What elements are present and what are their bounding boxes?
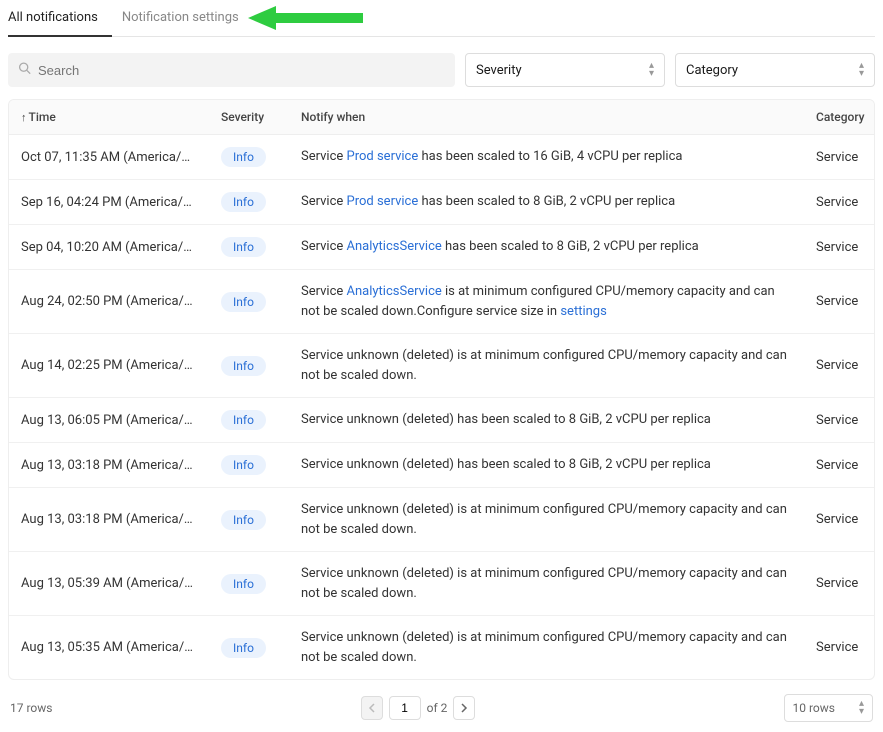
page-of-label: of 2 [427,701,448,715]
column-time[interactable]: ↑Time [9,100,209,134]
column-category[interactable]: Category [804,100,874,134]
service-link[interactable]: AnalyticsService [347,239,442,254]
severity-badge: Info [221,356,266,376]
severity-badge: Info [221,455,266,475]
table-row: Oct 07, 11:35 AM (America/Los_... Info Ser… [9,135,874,180]
sort-asc-icon: ↑ [21,111,27,124]
category-cell: Service [804,446,874,485]
chevron-left-icon [368,703,376,713]
time-cell: Aug 24, 02:50 PM (America/Los_... [21,294,197,309]
notify-cell: Service unknown (deleted) is at minimum … [301,564,792,603]
table-row: Aug 13, 03:18 PM (America/Los_... Info Ser… [9,443,874,488]
tab-notification-settings[interactable]: Notification settings [122,0,253,36]
time-cell: Aug 14, 02:25 PM (America/Los_... [21,358,197,373]
category-cell: Service [804,500,874,539]
filter-bar: Severity ▴▾ Category ▴▾ [8,53,875,87]
rows-per-page-label: 10 rows [793,701,835,715]
notify-cell: Service AnalyticsService is at minimum c… [301,282,792,321]
severity-badge: Info [221,237,266,257]
table-row: Aug 13, 03:18 PM (America/Los_... Info Ser… [9,488,874,552]
category-cell: Service [804,138,874,177]
notify-cell: Service Prod service has been scaled to … [301,192,792,212]
severity-badge: Info [221,510,266,530]
chevron-right-icon [460,703,468,713]
category-cell: Service [804,401,874,440]
category-cell: Service [804,183,874,222]
category-filter[interactable]: Category ▴▾ [675,53,875,87]
pagination: of 2 [361,696,476,720]
prev-page-button[interactable] [361,696,383,720]
tabs: All notifications Notification settings [8,0,875,37]
chevron-updown-icon: ▴▾ [859,700,864,716]
column-severity[interactable]: Severity [209,100,289,134]
time-cell: Aug 13, 03:18 PM (America/Los_... [21,458,197,473]
table-row: Sep 16, 04:24 PM (America/Los_... Info Ser… [9,180,874,225]
notifications-table: ↑Time Severity Notify when Category Oct … [8,99,875,680]
notify-cell: Service unknown (deleted) is at minimum … [301,346,792,385]
time-cell: Aug 13, 05:39 AM (America/Los_... [21,576,197,591]
category-cell: Service [804,564,874,603]
table-row: Sep 04, 10:20 AM (America/Los_... Info Ser… [9,225,874,270]
time-cell: Sep 16, 04:24 PM (America/Los_... [21,195,197,210]
notify-cell: Service AnalyticsService has been scaled… [301,237,792,257]
table-row: Aug 13, 06:05 PM (America/Los_... Info Ser… [9,398,874,443]
row-count: 17 rows [10,701,52,715]
search-icon [18,62,31,79]
time-cell: Aug 13, 03:18 PM (America/Los_... [21,512,197,527]
annotation-arrow-icon [248,4,368,32]
category-cell: Service [804,228,874,267]
severity-badge: Info [221,192,266,212]
tab-all-notifications[interactable]: All notifications [8,0,112,37]
time-cell: Aug 13, 06:05 PM (America/Los_... [21,413,197,428]
time-cell: Aug 13, 05:35 AM (America/Los_... [21,640,197,655]
service-link[interactable]: settings [560,304,606,319]
notify-cell: Service unknown (deleted) is at minimum … [301,500,792,539]
severity-filter-label: Severity [476,63,522,78]
severity-badge: Info [221,292,266,312]
severity-badge: Info [221,638,266,658]
time-cell: Sep 04, 10:20 AM (America/Los_... [21,240,197,255]
notify-cell: Service unknown (deleted) has been scale… [301,455,792,475]
notify-cell: Service Prod service has been scaled to … [301,147,792,167]
table-row: Aug 13, 05:35 AM (America/Los_... Info Ser… [9,616,874,679]
search-input[interactable] [8,53,455,87]
notify-cell: Service unknown (deleted) has been scale… [301,410,792,430]
category-cell: Service [804,282,874,321]
page-input[interactable] [389,696,421,720]
chevron-updown-icon: ▴▾ [649,62,654,78]
table-row: Aug 13, 05:39 AM (America/Los_... Info Ser… [9,552,874,616]
time-cell: Oct 07, 11:35 AM (America/Los_... [21,150,197,165]
column-notify-when[interactable]: Notify when [289,100,804,134]
table-row: Aug 14, 02:25 PM (America/Los_... Info Ser… [9,334,874,398]
notify-cell: Service unknown (deleted) is at minimum … [301,628,792,667]
service-link[interactable]: Prod service [347,149,419,164]
severity-badge: Info [221,574,266,594]
rows-per-page-select[interactable]: 10 rows ▴▾ [784,694,874,722]
next-page-button[interactable] [453,696,475,720]
category-filter-label: Category [686,63,738,78]
service-link[interactable]: AnalyticsService [347,284,442,299]
service-link[interactable]: Prod service [347,194,419,209]
category-cell: Service [804,346,874,385]
chevron-updown-icon: ▴▾ [859,62,864,78]
severity-badge: Info [221,410,266,430]
table-row: Aug 24, 02:50 PM (America/Los_... Info Ser… [9,270,874,334]
table-footer: 17 rows of 2 10 rows ▴▾ [10,694,873,722]
severity-badge: Info [221,147,266,167]
category-cell: Service [804,628,874,667]
severity-filter[interactable]: Severity ▴▾ [465,53,665,87]
table-header: ↑Time Severity Notify when Category [9,100,874,135]
